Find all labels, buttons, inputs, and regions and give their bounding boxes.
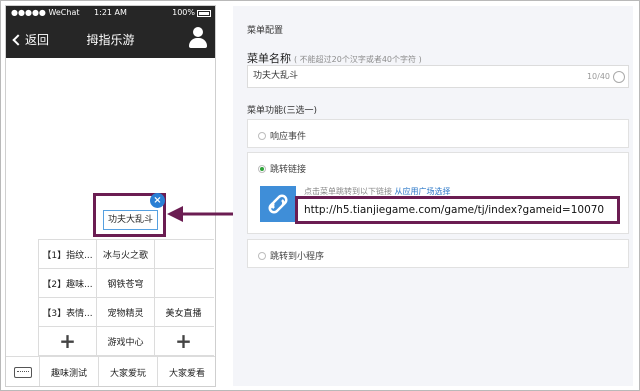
option-link-box: 跳转链接 点击菜单跳转到以下链接 从应用广场选择 http://h5.tianj… — [247, 152, 629, 234]
radio-icon[interactable] — [258, 131, 266, 140]
menu-config-panel: 菜单配置 菜单名称( 不能超过20个汉字或者40个字符 ) 功夫大乱斗 10/4… — [233, 6, 633, 386]
radio-selected-icon[interactable] — [258, 164, 266, 173]
radio-icon[interactable] — [258, 251, 266, 260]
screenshot-frame: ●●●●● WeChat 1:21 AM 100% 返回 拇指乐游 【1】指纹.… — [0, 0, 640, 391]
option-event[interactable]: 响应事件 — [258, 129, 306, 142]
menu-name-label: 菜单名称( 不能超过20个汉字或者40个字符 ) — [247, 52, 422, 65]
option-link[interactable]: 跳转链接 — [258, 162, 306, 175]
option-miniapp[interactable]: 跳转到小程序 — [258, 249, 324, 262]
url-input[interactable]: http://h5.tianjiegame.com/game/tj/index?… — [295, 196, 620, 224]
option-event-box: 响应事件 — [247, 119, 629, 148]
menu-name-hint: ( 不能超过20个汉字或者40个字符 ) — [294, 55, 422, 64]
pick-from-store-link[interactable]: 从应用广场选择 — [395, 187, 451, 196]
char-count: 10/40 — [586, 72, 610, 81]
emoji-icon[interactable] — [613, 71, 625, 83]
section-title: 菜单配置 — [247, 26, 284, 36]
option-miniapp-box: 跳转到小程序 — [247, 239, 629, 268]
menu-name-input[interactable]: 功夫大乱斗 10/40 — [247, 65, 629, 88]
link-icon — [260, 186, 296, 222]
menu-function-label: 菜单功能(三选一) — [247, 106, 318, 116]
